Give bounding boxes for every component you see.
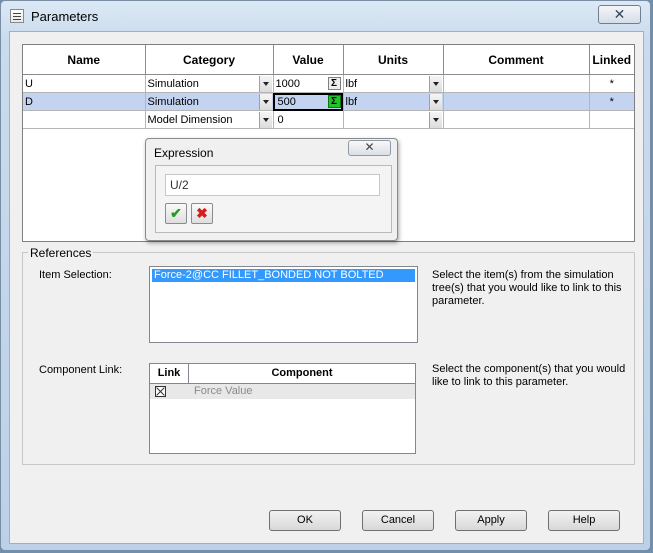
list-item[interactable]: Force-2@CC FILLET_BONDED NOT BOLTED [152,269,415,282]
table-row[interactable]: Model Dimension 0 [23,110,634,129]
cancel-button[interactable]: Cancel [362,510,434,531]
link-checkbox[interactable] [155,386,166,397]
column-header-name[interactable]: Name [23,45,146,75]
ok-button[interactable]: OK [269,510,341,531]
cell-value[interactable]: 0 [273,110,344,129]
category-value: Simulation [147,77,199,90]
expression-close-button[interactable]: ✕ [348,140,391,156]
dropdown-arrow-icon[interactable] [428,112,442,128]
dropdown-arrow-icon[interactable] [258,94,272,110]
cell-name[interactable]: D [23,92,146,111]
dialog-icon [10,9,24,23]
cell-category[interactable]: Simulation [145,74,274,93]
references-legend: References [28,246,94,260]
table-row[interactable]: D Simulation 500 Σ lbf * [23,92,634,111]
expression-input[interactable]: U/2 [165,174,380,196]
dropdown-arrow-icon[interactable] [428,94,442,110]
column-header-component[interactable]: Component [189,364,415,384]
cell-units[interactable]: lbf [343,92,444,111]
parameters-dialog: Parameters ✕ Name Category Value Units C… [0,0,651,551]
cell-units[interactable]: lbf [343,74,444,93]
column-header-value[interactable]: Value [273,45,344,75]
item-selection-list[interactable]: Force-2@CC FILLET_BONDED NOT BOLTED [149,266,418,343]
component-name: Force Value [194,385,253,397]
help-button[interactable]: Help [548,510,620,531]
column-header-comment[interactable]: Comment [443,45,590,75]
accept-check-icon[interactable]: ✔ [165,203,187,224]
units-value: lbf [345,95,358,108]
cell-comment[interactable] [443,92,590,111]
sigma-expression-icon[interactable]: Σ [327,77,341,90]
cell-linked [589,110,634,129]
cell-comment[interactable] [443,110,590,129]
expression-panel: U/2 ✔ ✖ [155,165,392,233]
dialog-client-area: Name Category Value Units Comment Linked… [9,31,644,544]
expression-popup: Expression ✕ U/2 ✔ ✖ [145,138,398,241]
sigma-expression-icon[interactable]: Σ [327,95,341,108]
cell-category[interactable]: Model Dimension [145,110,274,129]
item-selection-help: Select the item(s) from the simulation t… [432,269,622,307]
cell-name[interactable] [23,110,146,129]
expression-popup-title: Expression [154,146,214,160]
cell-linked: * [589,92,634,111]
table-row[interactable]: U Simulation 1000 Σ lbf * [23,74,634,93]
column-header-category[interactable]: Category [145,45,274,75]
cell-value[interactable]: 500 Σ [273,92,344,111]
category-value: Simulation [147,95,199,108]
dropdown-arrow-icon[interactable] [258,76,272,92]
component-link-label: Component Link: [39,364,123,376]
value-text: 1000 [275,77,300,90]
cancel-x-icon[interactable]: ✖ [191,203,213,224]
column-header-link[interactable]: Link [150,364,189,384]
dialog-title: Parameters [31,9,99,24]
column-header-units[interactable]: Units [343,45,444,75]
cell-category[interactable]: Simulation [145,92,274,111]
close-button[interactable]: ✕ [598,5,641,24]
title-bar: Parameters ✕ [1,1,650,31]
value-text: 500 [277,95,296,108]
component-link-table[interactable]: Link Component Force Value [149,363,416,454]
units-value: lbf [345,77,358,90]
cell-name[interactable]: U [23,74,146,93]
item-selection-label: Item Selection: [39,269,112,281]
dropdown-arrow-icon[interactable] [428,76,442,92]
apply-button[interactable]: Apply [455,510,527,531]
column-header-linked[interactable]: Linked [589,45,634,75]
cell-linked: * [589,74,634,93]
cell-units[interactable] [343,110,444,129]
category-value: Model Dimension [147,113,233,126]
cell-comment[interactable] [443,74,590,93]
component-link-help: Select the component(s) that you would l… [432,363,626,388]
dropdown-arrow-icon[interactable] [258,112,272,128]
table-row[interactable]: Force Value [150,384,415,399]
references-group: References Item Selection: Force-2@CC FI… [22,246,635,465]
cell-value[interactable]: 1000 Σ [273,74,344,93]
